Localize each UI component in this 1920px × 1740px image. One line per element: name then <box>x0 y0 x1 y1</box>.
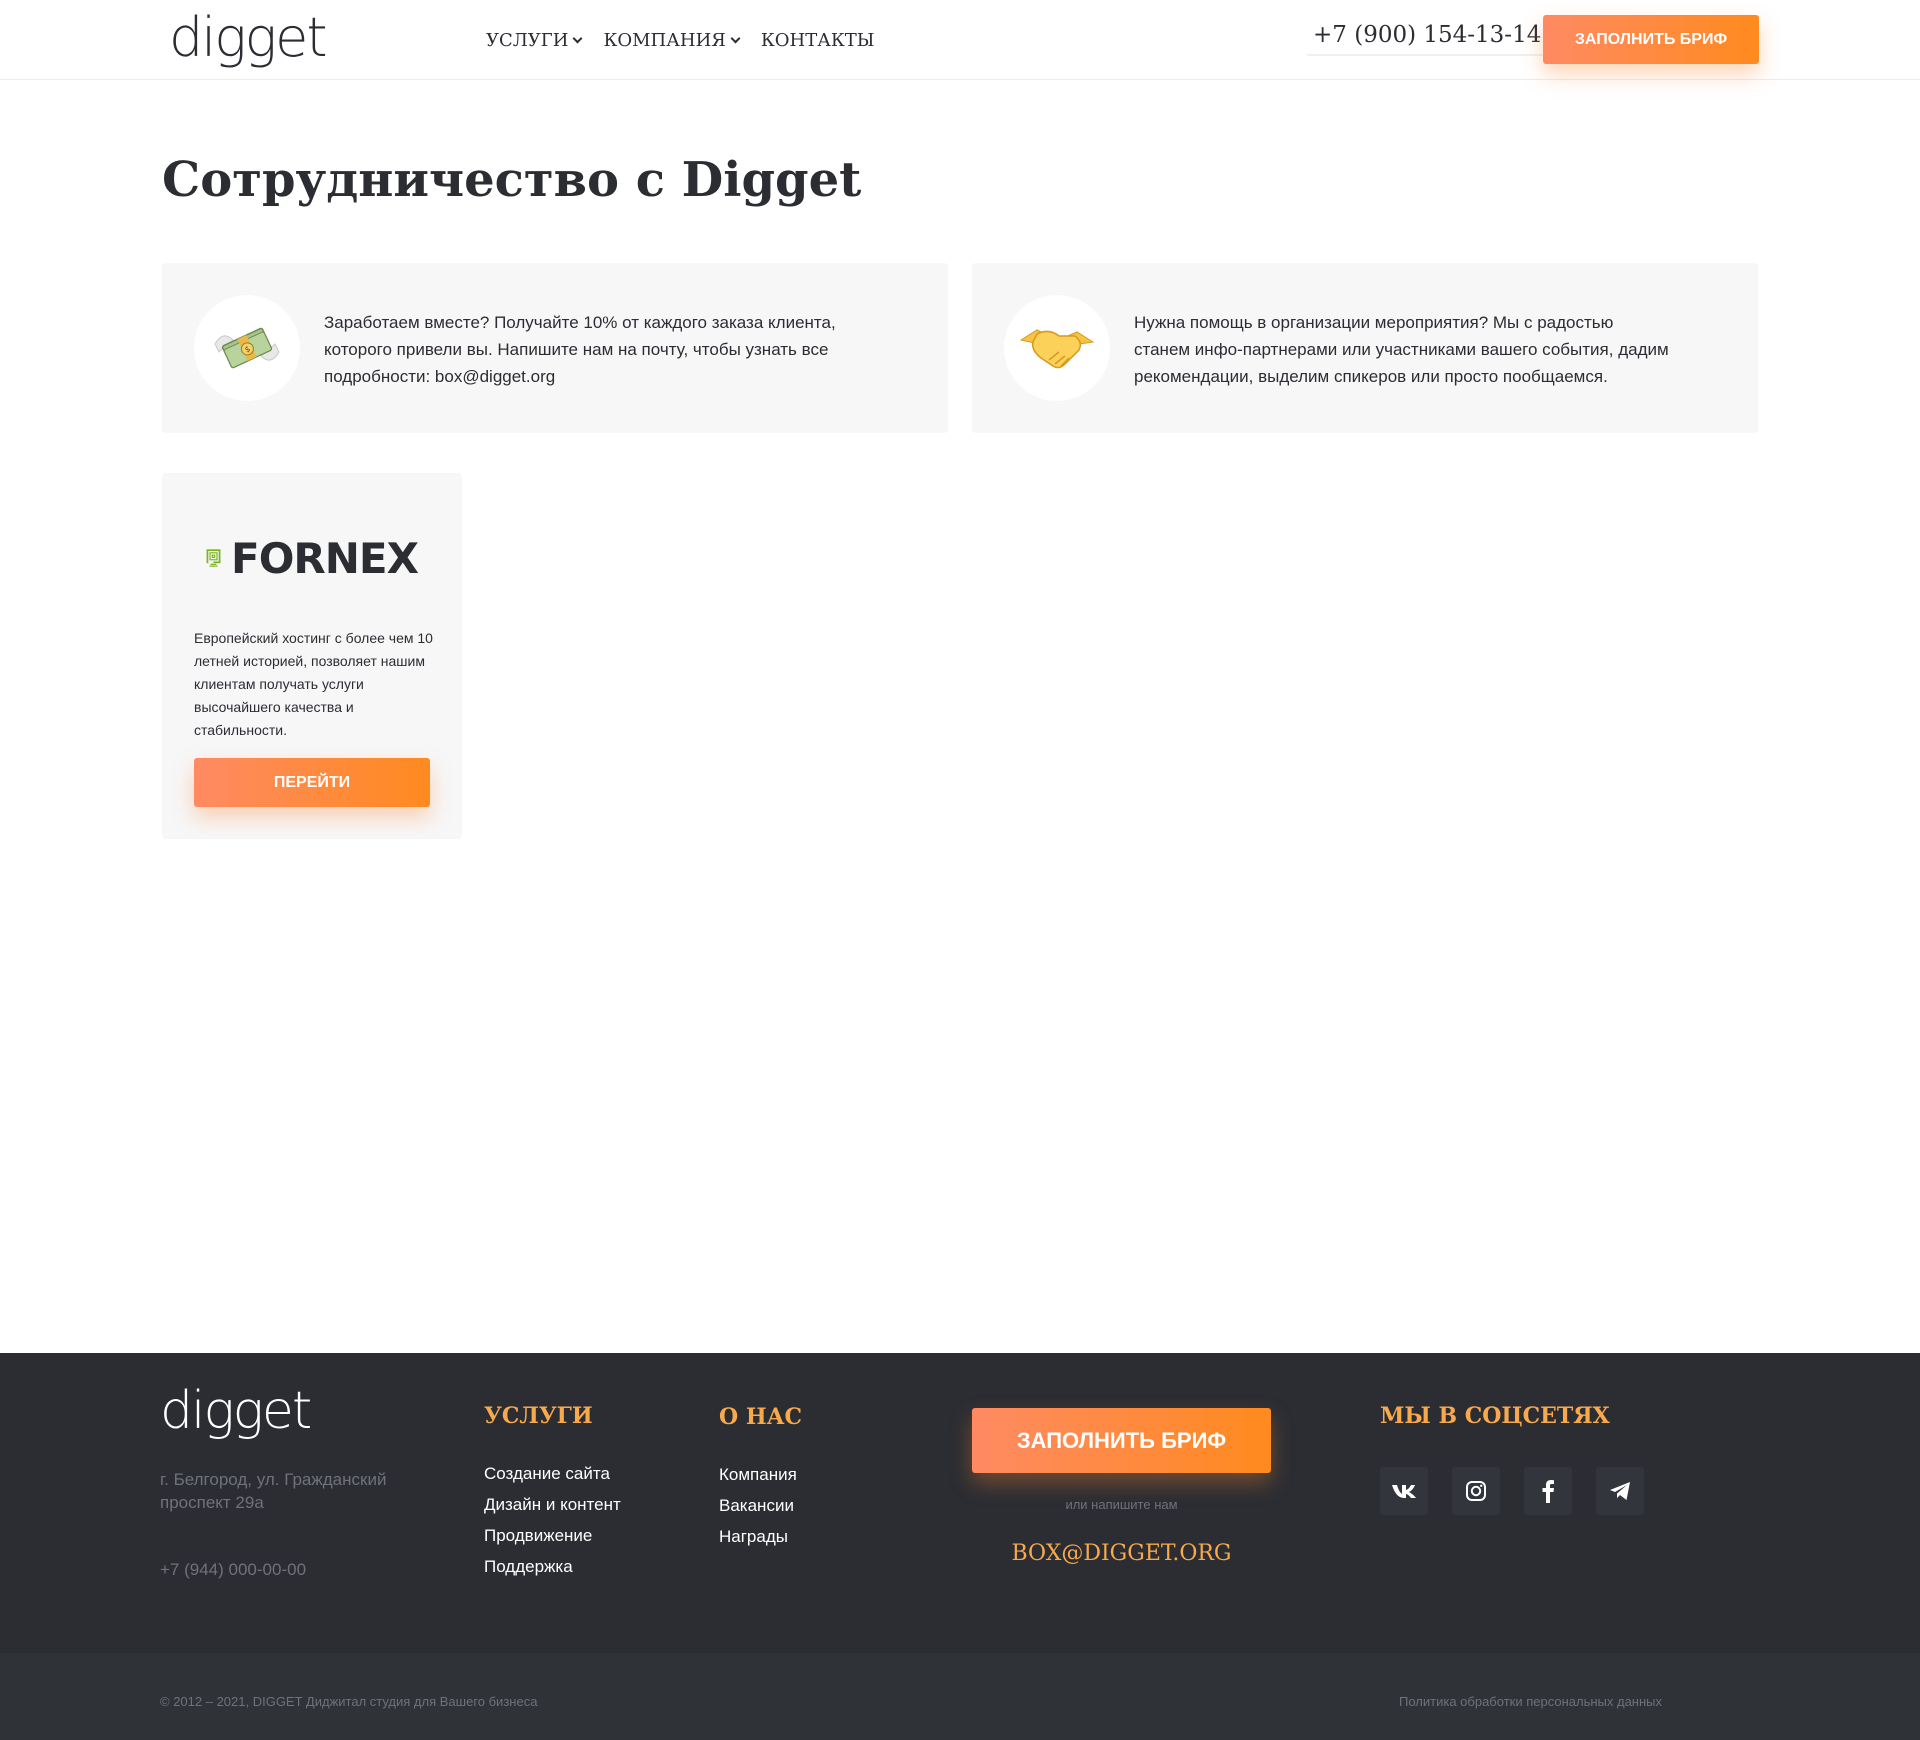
footer-about-heading: О НАС <box>719 1404 803 1430</box>
site-header: digget УСЛУГИ КОМПАНИЯ КОНТАКТЫ +7 (900)… <box>0 0 1920 80</box>
social-links <box>1380 1467 1644 1515</box>
nav-item-label: УСЛУГИ <box>486 30 569 51</box>
events-text: Нужна помощь в организации мероприятия? … <box>1134 313 1669 386</box>
referral-text: Заработаем вместе? Получайте 10% от кажд… <box>324 313 836 386</box>
footer-fill-brief-button[interactable]: ЗАПОЛНИТЬ БРИФ <box>972 1408 1271 1473</box>
vk-icon[interactable] <box>1380 1467 1428 1515</box>
events-card: Нужна помощь в организации мероприятия? … <box>972 263 1758 433</box>
nav-item-services[interactable]: УСЛУГИ <box>486 30 583 51</box>
chevron-down-icon <box>572 33 583 44</box>
footer-bottom-bar: © 2012 – 2021, DIGGET Диджитал студия дл… <box>0 1653 1920 1740</box>
facebook-icon[interactable] <box>1524 1467 1572 1515</box>
nav-item-contacts[interactable]: КОНТАКТЫ <box>761 30 875 51</box>
privacy-policy-link[interactable]: Политика обработки персональных данных <box>1399 1694 1662 1709</box>
footer-link-website[interactable]: Создание сайта <box>484 1463 621 1485</box>
page-title: Сотрудничество с Digget <box>162 152 862 208</box>
footer-email-link[interactable]: BOX@DIGGET.ORG <box>972 1541 1271 1566</box>
or-write-us-text: или напишите нам <box>1065 1497 1178 1512</box>
partner-card-fornex: FORNEX Европейский хостинг с более чем 1… <box>162 473 462 839</box>
chevron-down-icon <box>730 33 741 44</box>
partner-description: Европейский хостинг с более чем 10 летне… <box>194 630 433 738</box>
main-nav: УСЛУГИ КОМПАНИЯ КОНТАКТЫ <box>486 30 875 51</box>
fornex-mark-icon <box>206 549 221 567</box>
nav-item-label: КОНТАКТЫ <box>760 30 875 51</box>
footer-link-vacancies[interactable]: Вакансии <box>719 1495 797 1517</box>
nav-item-company[interactable]: КОМПАНИЯ <box>603 30 741 51</box>
footer-link-design[interactable]: Дизайн и контент <box>484 1494 621 1516</box>
fill-brief-button[interactable]: ЗАПОЛНИТЬ БРИФ <box>1543 15 1759 64</box>
footer-phone[interactable]: +7 (944) 000-00-00 <box>160 1560 306 1580</box>
nav-item-label: КОМПАНИЯ <box>603 30 726 51</box>
footer-link-company[interactable]: Компания <box>719 1464 797 1486</box>
fornex-logo: FORNEX <box>206 526 419 590</box>
footer-services-heading: УСЛУГИ <box>484 1403 593 1429</box>
footer-logo[interactable]: digget <box>160 1383 312 1439</box>
money-with-wings-icon: $ <box>194 295 300 401</box>
footer-address: г. Белгород, ул. Гражданский проспект 29… <box>160 1470 387 1512</box>
footer-link-support[interactable]: Поддержка <box>484 1556 621 1578</box>
footer-about-links: Компания Вакансии Награды <box>719 1464 797 1548</box>
site-footer: digget г. Белгород, ул. Гражданский прос… <box>0 1353 1920 1740</box>
instagram-icon[interactable] <box>1452 1467 1500 1515</box>
footer-socials-heading: МЫ В СОЦСЕТЯХ <box>1380 1403 1610 1429</box>
copyright: © 2012 – 2021, DIGGET Диджитал студия дл… <box>160 1694 538 1709</box>
footer-services-links: Создание сайта Дизайн и контент Продвиже… <box>484 1463 621 1578</box>
handshake-icon <box>1004 295 1110 401</box>
footer-link-promotion[interactable]: Продвижение <box>484 1525 621 1547</box>
header-phone[interactable]: +7 (900) 154-13-14 <box>1307 22 1548 56</box>
footer-link-awards[interactable]: Награды <box>719 1526 797 1548</box>
go-to-partner-button[interactable]: ПЕРЕЙТИ <box>194 758 430 807</box>
telegram-icon[interactable] <box>1596 1467 1644 1515</box>
logo[interactable]: digget <box>169 8 327 68</box>
fornex-logo-text: FORNEX <box>231 533 419 583</box>
referral-card: $ Заработаем вместе? Получайте 10% от ка… <box>162 263 948 433</box>
